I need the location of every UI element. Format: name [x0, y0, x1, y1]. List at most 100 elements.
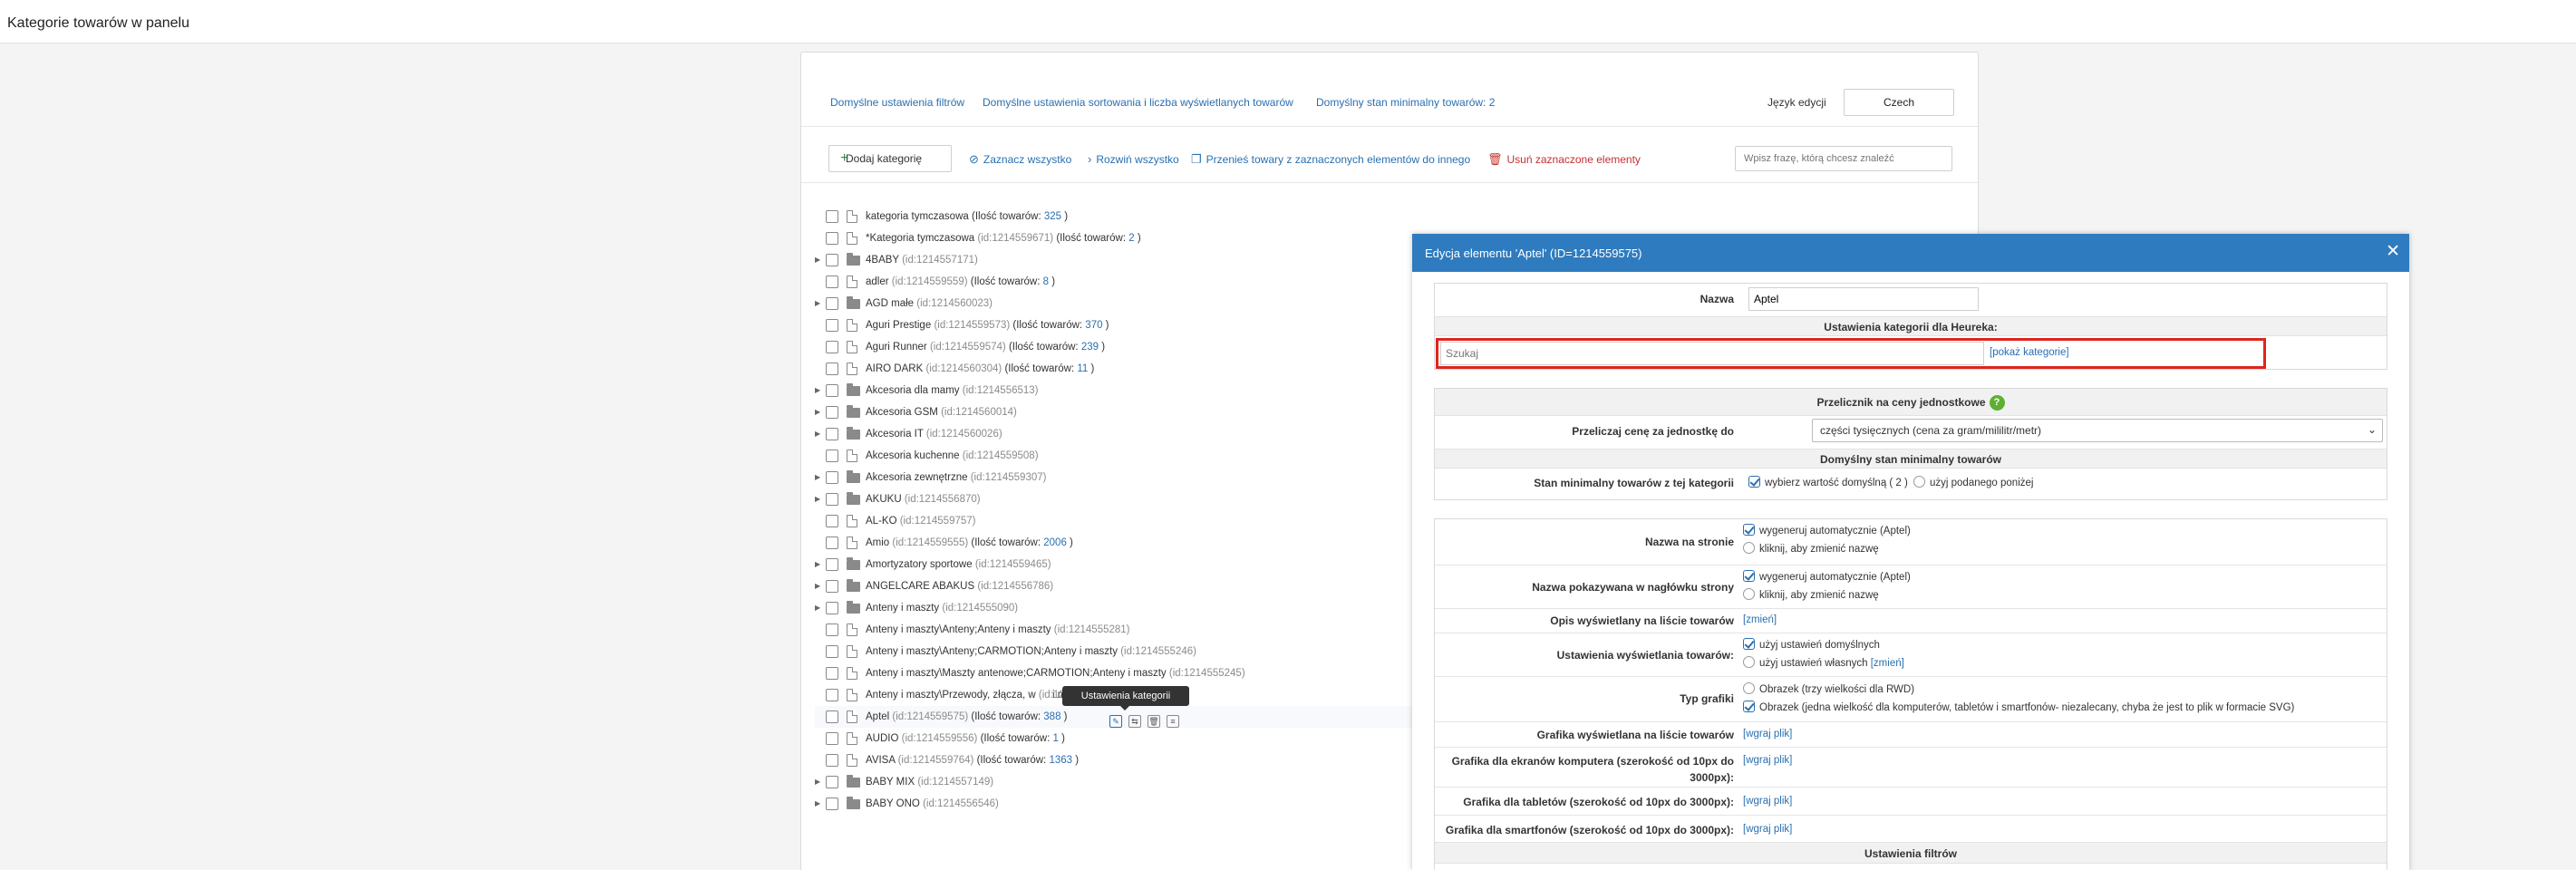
- graphic-single-option[interactable]: Obrazek (jedna wielkość dla komputerów, …: [1743, 701, 2294, 713]
- expand-arrow-icon[interactable]: ▶: [815, 293, 824, 314]
- graphic-pc-upload-link[interactable]: [wgraj plik]: [1743, 755, 1792, 766]
- row-checkbox[interactable]: [826, 732, 838, 745]
- tree-row[interactable]: ▶ Anteny i maszty (id:1214555090): [815, 597, 1413, 619]
- display-custom-option[interactable]: użyj ustawień własnych [zmień]: [1743, 656, 1904, 669]
- tree-row[interactable]: ▶ Akcesoria zewnętrzne (id:1214559307): [815, 467, 1413, 488]
- tree-row[interactable]: ▶ Amortyzatory sportowe (id:1214559465): [815, 554, 1413, 575]
- tree-row[interactable]: AVISA (id:1214559764) (Ilość towarów: 13…: [815, 749, 1413, 771]
- min-stock-default-option[interactable]: wybierz wartość domyślną ( 2 ): [1748, 476, 1908, 488]
- display-default-option[interactable]: użyj ustawień domyślnych: [1743, 638, 1880, 651]
- tree-row[interactable]: ▶ BABY MIX (id:1214557149): [815, 771, 1413, 793]
- settings-icon[interactable]: ≡: [1167, 715, 1179, 728]
- header-name-manual-option[interactable]: kliknij, aby zmienić nazwę: [1743, 588, 1879, 601]
- expand-all-button[interactable]: › Rozwiń wszystko: [1088, 152, 1179, 166]
- tree-row[interactable]: ▶ ANGELCARE ABAKUS (id:1214556786): [815, 575, 1413, 597]
- tree-row[interactable]: *Kategoria tymczasowa (id:1214559671) (I…: [815, 227, 1413, 249]
- row-checkbox[interactable]: [826, 210, 838, 223]
- tree-row[interactable]: adler (id:1214559559) (Ilość towarów: 8 …: [815, 271, 1413, 293]
- tree-row[interactable]: Akcesoria kuchenne (id:1214559508): [815, 445, 1413, 467]
- edit-icon[interactable]: ✎: [1109, 715, 1122, 728]
- row-checkbox[interactable]: [826, 798, 838, 810]
- tree-row[interactable]: ▶ Akcesoria IT (id:1214560026): [815, 423, 1413, 445]
- row-checkbox[interactable]: [826, 515, 838, 527]
- row-checkbox[interactable]: [826, 276, 838, 288]
- row-checkbox[interactable]: [826, 645, 838, 658]
- unit-price-select[interactable]: części tysięcznych (cena za gram/mililit…: [1812, 419, 2383, 442]
- row-checkbox[interactable]: [826, 558, 838, 571]
- row-checkbox[interactable]: [826, 254, 838, 266]
- tree-row[interactable]: Aptel (id:1214559575) (Ilość towarów: 38…: [815, 706, 1413, 728]
- row-checkbox[interactable]: [826, 667, 838, 680]
- row-checkbox[interactable]: [826, 754, 838, 767]
- expand-arrow-icon[interactable]: ▶: [815, 380, 824, 401]
- tree-row[interactable]: ▶ Akcesoria GSM (id:1214560014): [815, 401, 1413, 423]
- description-change-link[interactable]: [zmień]: [1743, 614, 1777, 625]
- expand-arrow-icon[interactable]: ▶: [815, 554, 824, 575]
- tree-row[interactable]: AUDIO (id:1214559556) (Ilość towarów: 1 …: [815, 728, 1413, 749]
- move-products-button[interactable]: ❐ Przenieś towary z zaznaczonych elementó…: [1191, 152, 1470, 167]
- expand-arrow-icon[interactable]: ▶: [815, 401, 824, 423]
- name-input[interactable]: [1748, 287, 1979, 311]
- row-checkbox[interactable]: [826, 624, 838, 636]
- tree-row[interactable]: Aguri Prestige (id:1214559573) (Ilość to…: [815, 314, 1413, 336]
- tree-row[interactable]: Anteny i maszty\Anteny;CARMOTION;Anteny …: [815, 641, 1413, 662]
- close-icon[interactable]: ✕: [2386, 242, 2400, 262]
- expand-arrow-icon[interactable]: ▶: [815, 249, 824, 271]
- delete-selected-button[interactable]: 🗑 Usuń zaznaczone elementy: [1487, 152, 1641, 167]
- row-checkbox[interactable]: [826, 602, 838, 614]
- tree-row[interactable]: AIRO DARK (id:1214560304) (Ilość towarów…: [815, 358, 1413, 380]
- tab-default-min-stock[interactable]: Domyślny stan minimalny towarów: 2: [1316, 96, 1495, 109]
- tree-row[interactable]: kategoria tymczasowa (Ilość towarów: 325…: [815, 206, 1413, 227]
- tree-row[interactable]: Anteny i maszty\Maszty antenowe;CARMOTIO…: [815, 662, 1413, 684]
- language-select[interactable]: Czech: [1844, 89, 1954, 116]
- tree-search-input[interactable]: [1735, 146, 1952, 171]
- row-checkbox[interactable]: [826, 493, 838, 506]
- tree-row[interactable]: Amio (id:1214559555) (Ilość towarów: 200…: [815, 532, 1413, 554]
- row-checkbox[interactable]: [826, 689, 838, 701]
- page-name-auto-option[interactable]: wygeneruj automatycznie (Aptel): [1743, 524, 1911, 536]
- row-checkbox[interactable]: [826, 406, 838, 419]
- page-name-manual-option[interactable]: kliknij, aby zmienić nazwę: [1743, 542, 1879, 555]
- row-checkbox[interactable]: [826, 580, 838, 593]
- expand-arrow-icon[interactable]: ▶: [815, 575, 824, 597]
- row-checkbox[interactable]: [826, 297, 838, 310]
- row-checkbox[interactable]: [826, 319, 838, 332]
- row-checkbox[interactable]: [826, 428, 838, 440]
- graphic-phone-upload-link[interactable]: [wgraj plik]: [1743, 824, 1792, 835]
- row-checkbox[interactable]: [826, 776, 838, 788]
- tree-row[interactable]: ▶ AGD małe (id:1214560023): [815, 293, 1413, 314]
- row-checkbox[interactable]: [826, 384, 838, 397]
- expand-arrow-icon[interactable]: ▶: [815, 597, 824, 619]
- add-category-button[interactable]: + Dodaj kategorię: [828, 145, 952, 172]
- trash-icon[interactable]: 🗑: [1148, 715, 1160, 728]
- expand-arrow-icon[interactable]: ▶: [815, 793, 824, 815]
- header-name-auto-option[interactable]: wygeneruj automatycznie (Aptel): [1743, 570, 1911, 583]
- tree-row[interactable]: Anteny i maszty\Anteny;Anteny i maszty (…: [815, 619, 1413, 641]
- tab-default-filters[interactable]: Domyślne ustawienia filtrów: [830, 96, 964, 109]
- tree-row[interactable]: ▶ BABY ONO (id:1214556546): [815, 793, 1413, 815]
- display-change-link[interactable]: [zmień]: [1871, 658, 1904, 669]
- min-stock-custom-option[interactable]: użyj podanego poniżej: [1913, 476, 2033, 488]
- row-checkbox[interactable]: [826, 471, 838, 484]
- expand-arrow-icon[interactable]: ▶: [815, 423, 824, 445]
- graphic-list-upload-link[interactable]: [wgraj plik]: [1743, 729, 1792, 740]
- row-checkbox[interactable]: [826, 341, 838, 353]
- row-checkbox[interactable]: [826, 450, 838, 462]
- tree-row[interactable]: AL-KO (id:1214559757): [815, 510, 1413, 532]
- help-icon[interactable]: ?: [1989, 395, 2005, 411]
- row-checkbox[interactable]: [826, 536, 838, 549]
- row-checkbox[interactable]: [826, 232, 838, 245]
- expand-arrow-icon[interactable]: ▶: [815, 488, 824, 510]
- tree-row[interactable]: ▶ 4BABY (id:1214557171): [815, 249, 1413, 271]
- move-icon[interactable]: ⇆: [1128, 715, 1141, 728]
- tree-row[interactable]: Aguri Runner (id:1214559574) (Ilość towa…: [815, 336, 1413, 358]
- expand-arrow-icon[interactable]: ▶: [815, 467, 824, 488]
- row-checkbox[interactable]: [826, 362, 838, 375]
- tab-default-sorting[interactable]: Domyślne ustawienia sortowania i liczba …: [983, 96, 1293, 109]
- graphic-rwd-option[interactable]: Obrazek (trzy wielkości dla RWD): [1743, 682, 1914, 695]
- graphic-tablet-upload-link[interactable]: [wgraj plik]: [1743, 796, 1792, 807]
- tree-row[interactable]: ▶ AKUKU (id:1214556870): [815, 488, 1413, 510]
- row-checkbox[interactable]: [826, 710, 838, 723]
- select-all-button[interactable]: ⊘ Zaznacz wszystko: [969, 152, 1071, 167]
- tree-row[interactable]: ▶ Akcesoria dla mamy (id:1214556513): [815, 380, 1413, 401]
